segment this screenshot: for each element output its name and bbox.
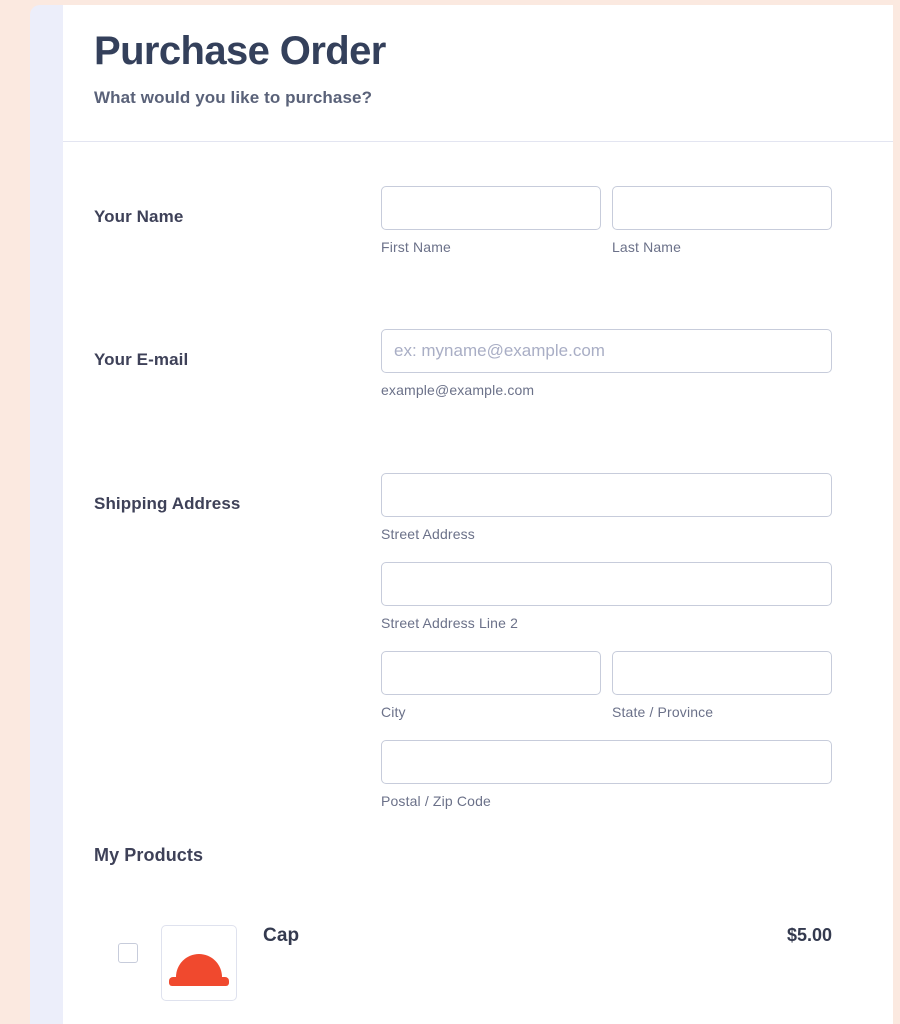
field-control-shipping-address: Street Address Street Address Line 2 Cit…: [381, 473, 893, 809]
form-body: Your Name First Name Last Name Your E-ma…: [63, 142, 893, 1001]
first-name-input[interactable]: [381, 186, 601, 230]
subfield-postal-zip: Postal / Zip Code: [381, 740, 832, 809]
sublabel-last-name: Last Name: [612, 239, 682, 255]
field-control-your-name: First Name Last Name: [381, 186, 893, 255]
field-label-your-email: Your E-mail: [94, 350, 189, 369]
subfield-last-name: Last Name: [612, 186, 832, 255]
products-heading: My Products: [94, 845, 204, 865]
form-header: Purchase Order What would you like to pu…: [63, 5, 893, 141]
sublabel-city: City: [381, 704, 406, 720]
subfield-street-address-line-2: Street Address Line 2: [381, 562, 832, 631]
last-name-input[interactable]: [612, 186, 832, 230]
sublabel-street-address-line-2: Street Address Line 2: [381, 615, 519, 631]
purchase-order-form-card: Purchase Order What would you like to pu…: [63, 5, 893, 1024]
sublabel-first-name: First Name: [381, 239, 451, 255]
product-info: Cap: [263, 907, 787, 947]
email-input[interactable]: [381, 329, 832, 373]
field-your-name: Your Name First Name Last Name: [63, 186, 893, 255]
red-cap-icon: [169, 954, 229, 987]
sublabel-postal-zip: Postal / Zip Code: [381, 793, 491, 809]
field-control-your-email: example@example.com: [381, 329, 893, 398]
product-select-checkbox[interactable]: [118, 943, 138, 963]
product-price: $5.00: [786, 925, 832, 945]
subfield-email: example@example.com: [381, 329, 832, 398]
sublabel-street-address: Street Address: [381, 526, 475, 542]
product-name: Cap: [263, 925, 300, 946]
city-input[interactable]: [381, 651, 601, 695]
product-thumbnail: [161, 925, 237, 1001]
field-shipping-address: Shipping Address Street Address Street A…: [63, 473, 893, 809]
subfield-state-province: State / Province: [612, 651, 832, 720]
sublabel-email: example@example.com: [381, 382, 535, 398]
street-address-input[interactable]: [381, 473, 832, 517]
product-list-item[interactable]: Cap $5.00: [94, 907, 893, 1001]
subfield-city: City: [381, 651, 601, 720]
postal-zip-code-input[interactable]: [381, 740, 832, 784]
products-section: My Products Cap $5.00: [63, 809, 893, 1001]
sublabel-state-province: State / Province: [612, 704, 714, 720]
street-address-line-2-input[interactable]: [381, 562, 832, 606]
page-title: Purchase Order: [94, 29, 386, 73]
field-label-your-name: Your Name: [94, 207, 184, 226]
page-subtitle: What would you like to purchase?: [94, 88, 373, 107]
field-your-email: Your E-mail example@example.com: [63, 329, 893, 398]
subfield-first-name: First Name: [381, 186, 601, 255]
state-province-input[interactable]: [612, 651, 832, 695]
field-label-shipping-address: Shipping Address: [94, 494, 241, 513]
subfield-street-address: Street Address: [381, 473, 832, 542]
